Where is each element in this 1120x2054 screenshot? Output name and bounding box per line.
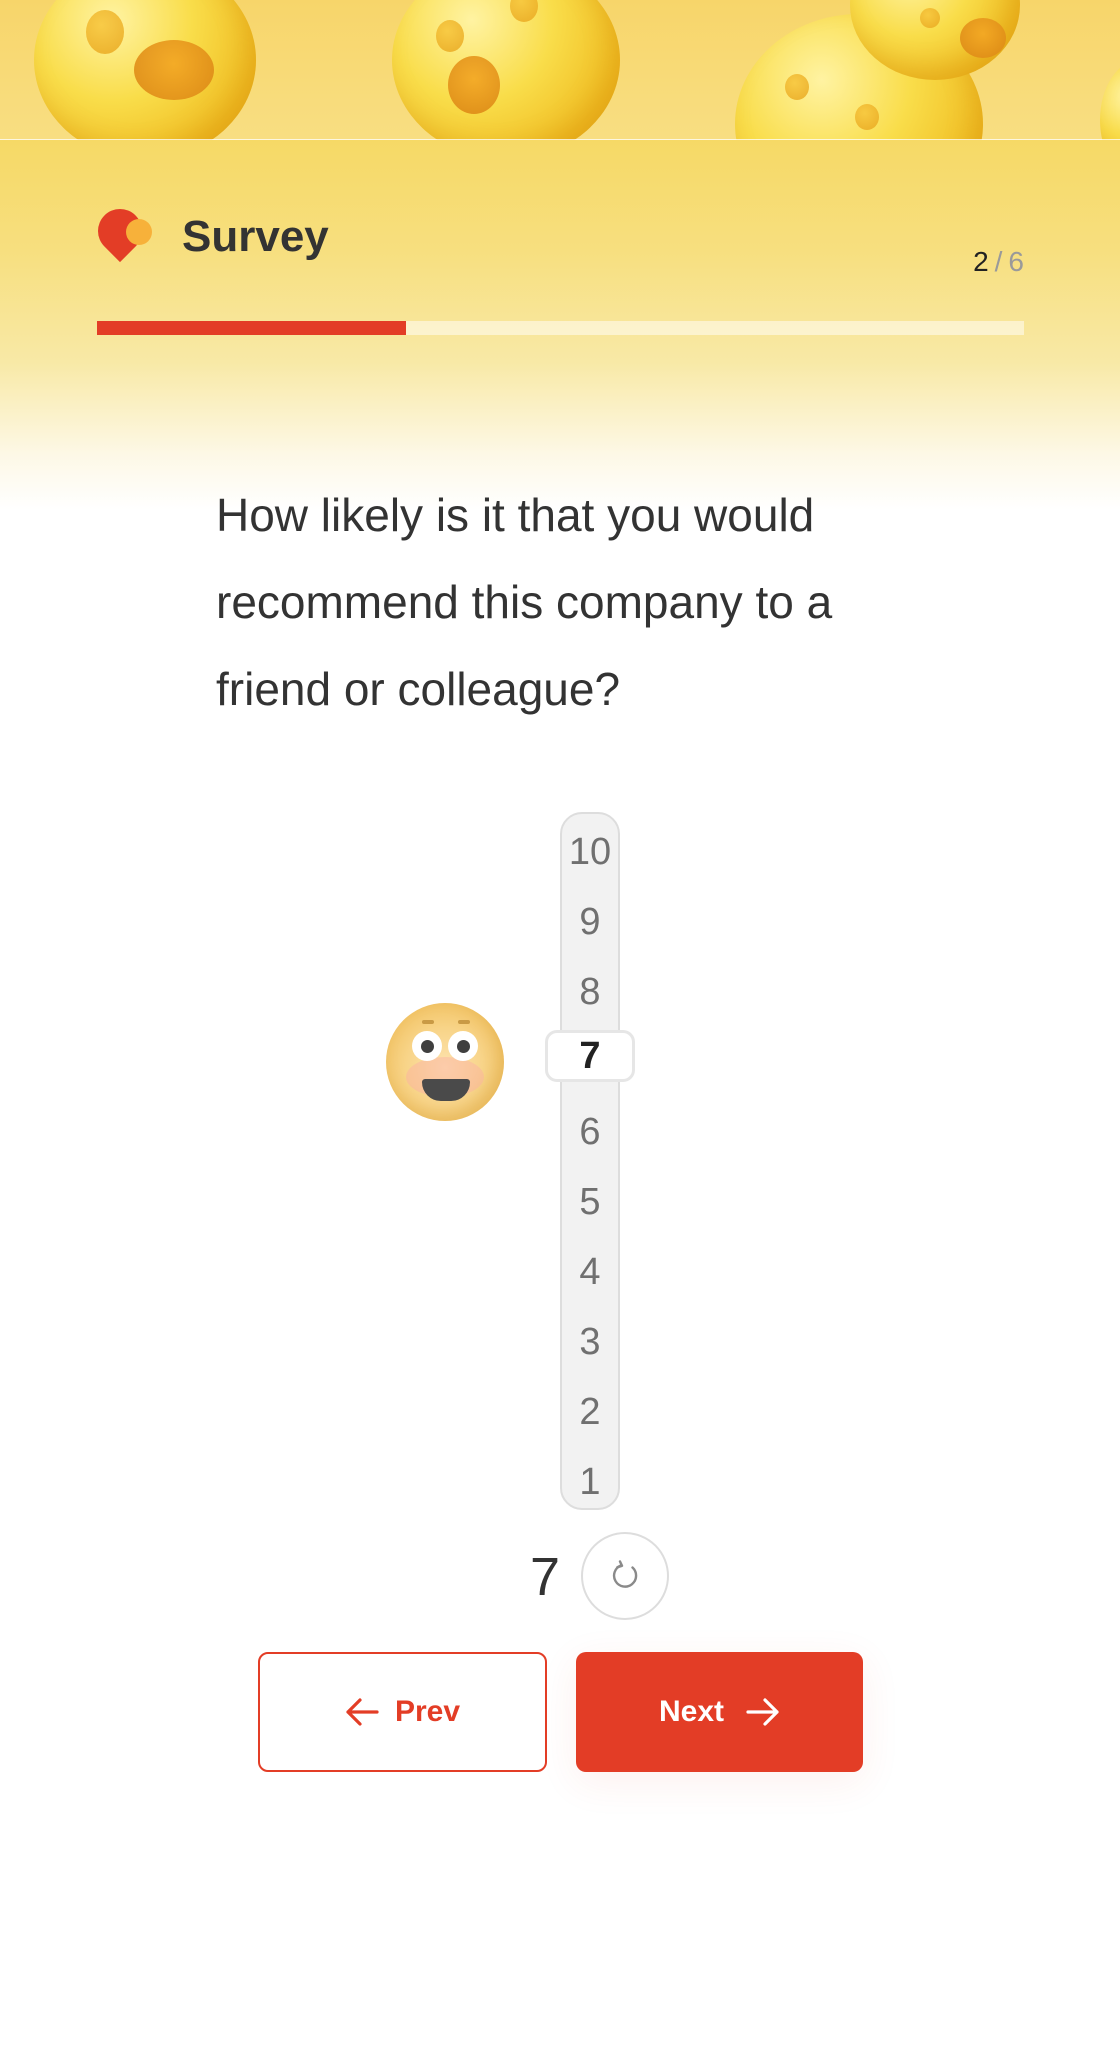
reset-button[interactable]	[581, 1532, 669, 1620]
rating-option-5[interactable]: 5	[562, 1177, 618, 1227]
step-total: 6	[1008, 246, 1024, 277]
page-title: Survey	[182, 212, 329, 261]
rating-option-3[interactable]: 3	[562, 1317, 618, 1367]
rating-option-2[interactable]: 2	[562, 1387, 618, 1437]
step-separator: /	[994, 246, 1003, 277]
rating-option-1[interactable]: 1	[562, 1457, 618, 1507]
next-button-label: Next	[658, 1695, 725, 1728]
step-current: 2	[973, 246, 989, 277]
surprised-face-icon	[386, 1003, 504, 1121]
rating-slider-track[interactable]: 10 9 8 7 6 5 4 3 2 1	[560, 812, 620, 1510]
prev-button[interactable]: Prev	[258, 1652, 547, 1772]
rating-option-4[interactable]: 4	[562, 1247, 618, 1297]
arrow-right-icon	[746, 1697, 780, 1727]
arrow-left-icon	[345, 1697, 379, 1727]
rating-option-6[interactable]: 6	[562, 1107, 618, 1157]
survey-logo-icon	[88, 199, 160, 269]
survey-header: Survey	[88, 199, 329, 269]
step-counter: 2/6	[973, 246, 1024, 278]
prev-button-label: Prev	[394, 1695, 461, 1728]
rating-option-8[interactable]: 8	[562, 967, 618, 1017]
emoji-bubble-decor	[1100, 60, 1120, 140]
rating-option-9[interactable]: 9	[562, 897, 618, 947]
emoji-bubble-decor	[34, 0, 256, 140]
reset-icon	[612, 1560, 638, 1588]
emoji-bubble-decor	[392, 0, 620, 140]
header-illustration	[0, 0, 1120, 140]
next-button[interactable]: Next	[576, 1652, 863, 1772]
progress-bar-fill	[97, 321, 406, 335]
navigation-buttons: Prev Next	[258, 1652, 863, 1772]
rating-option-10[interactable]: 10	[562, 827, 618, 877]
question-text: How likely is it that you would recommen…	[216, 489, 833, 715]
rating-slider-handle[interactable]: 7	[545, 1030, 635, 1082]
rating-value: 7	[529, 1547, 561, 1607]
progress-bar	[97, 321, 1024, 335]
